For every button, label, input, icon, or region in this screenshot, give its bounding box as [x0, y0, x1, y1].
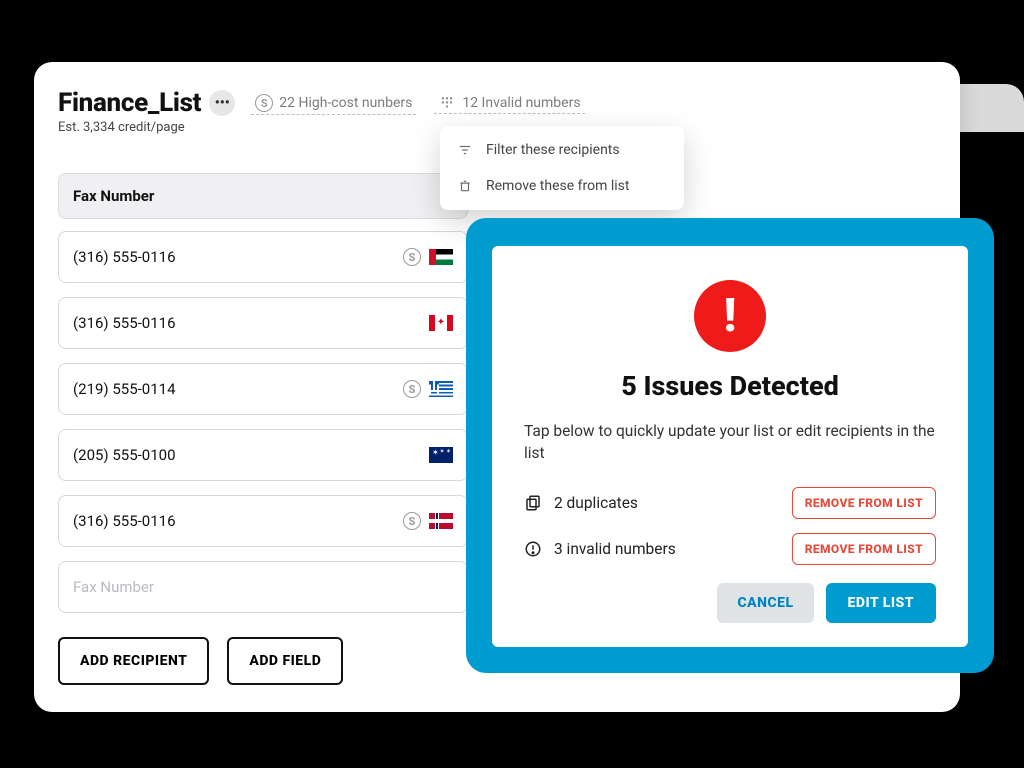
- edit-list-button[interactable]: EDIT LIST: [826, 583, 936, 623]
- recipient-row[interactable]: (205) 555-0100: [58, 429, 468, 481]
- cancel-button[interactable]: CANCEL: [717, 583, 813, 623]
- fax-number: (205) 555-0100: [73, 446, 176, 464]
- add-field-button[interactable]: ADD FIELD: [227, 637, 343, 685]
- dollar-icon: S: [403, 380, 421, 398]
- popover-remove-label: Remove these from list: [486, 178, 629, 194]
- duplicate-icon: [524, 494, 542, 512]
- page-title: Finance_List: [58, 88, 201, 118]
- recipient-row[interactable]: (316) 555-0116 S: [58, 231, 468, 283]
- warning-icon: [524, 540, 542, 558]
- high-cost-label: 22 High-cost nunbers: [279, 95, 412, 111]
- fax-number: (316) 555-0116: [73, 314, 176, 332]
- dialpad-icon: [438, 96, 456, 110]
- column-header-fax-label: Fax Number: [73, 187, 154, 205]
- issue-row-duplicates: 2 duplicates REMOVE FROM LIST: [524, 487, 936, 519]
- recipient-row[interactable]: (316) 555-0116 ✦: [58, 297, 468, 349]
- fax-placeholder: Fax Number: [73, 578, 154, 596]
- new-recipient-input[interactable]: Fax Number: [58, 561, 468, 613]
- remove-duplicates-button[interactable]: REMOVE FROM LIST: [792, 487, 936, 519]
- recipient-row[interactable]: (219) 555-0114 S: [58, 363, 468, 415]
- invalid-label: 12 Invalid numbers: [462, 95, 580, 111]
- issues-dialog: ! 5 Issues Detected Tap below to quickly…: [466, 218, 994, 673]
- remove-invalid-button[interactable]: REMOVE FROM LIST: [792, 533, 936, 565]
- invalid-numbers-popover: Filter these recipients Remove these fro…: [440, 126, 684, 210]
- fax-number: (316) 555-0116: [73, 512, 176, 530]
- flag-icon: [429, 447, 453, 463]
- issue-row-invalid: 3 invalid numbers REMOVE FROM LIST: [524, 533, 936, 565]
- duplicates-label: 2 duplicates: [554, 494, 638, 512]
- dialog-title: 5 Issues Detected: [524, 370, 936, 402]
- flag-icon: [429, 249, 453, 265]
- popover-filter-label: Filter these recipients: [486, 142, 620, 158]
- dollar-icon: S: [403, 248, 421, 266]
- flag-icon: [429, 381, 453, 397]
- trash-icon: [456, 179, 474, 193]
- invalid-label: 3 invalid numbers: [554, 540, 676, 558]
- alert-icon: !: [694, 280, 766, 352]
- fax-number: (316) 555-0116: [73, 248, 176, 266]
- credit-estimate: Est. 3,334 credit/page: [58, 120, 235, 135]
- column-header-fax: Fax Number: [58, 173, 468, 219]
- flag-icon: ✦: [429, 315, 453, 331]
- filter-icon: [456, 143, 474, 157]
- recipient-row[interactable]: (316) 555-0116 S: [58, 495, 468, 547]
- fax-number: (219) 555-0114: [73, 380, 176, 398]
- flag-icon: [429, 513, 453, 529]
- remove-recipients-item[interactable]: Remove these from list: [440, 168, 684, 204]
- high-cost-pill[interactable]: S 22 High-cost nunbers: [251, 92, 416, 115]
- add-recipient-button[interactable]: ADD RECIPIENT: [58, 637, 209, 685]
- filter-recipients-item[interactable]: Filter these recipients: [440, 132, 684, 168]
- more-menu-button[interactable]: •••: [209, 90, 235, 116]
- dollar-icon: S: [403, 512, 421, 530]
- dialog-subtitle: Tap below to quickly update your list or…: [524, 420, 936, 465]
- invalid-numbers-pill[interactable]: 12 Invalid numbers: [434, 93, 584, 114]
- dollar-icon: S: [255, 94, 273, 112]
